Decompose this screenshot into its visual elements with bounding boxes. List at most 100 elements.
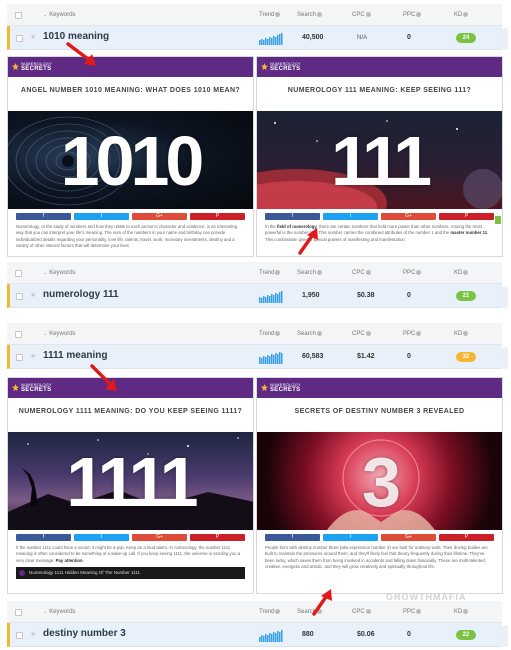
help-icon xyxy=(365,609,371,614)
keyword-table-header: ⌄ Keywords Trend Search CPC PPC KD xyxy=(7,262,502,284)
google-plus-share-button[interactable]: G+ xyxy=(132,534,187,541)
column-keywords[interactable]: ⌄ Keywords xyxy=(43,12,76,18)
star-icon[interactable]: ★ xyxy=(30,630,36,638)
select-all-checkbox[interactable] xyxy=(15,609,22,616)
search-volume: 60,583 xyxy=(302,353,324,360)
column-ppc[interactable]: PPC xyxy=(403,609,422,615)
help-icon xyxy=(317,12,323,17)
facebook-share-button[interactable]: f xyxy=(265,534,320,541)
ppc-value: 0 xyxy=(407,292,411,299)
column-cpc[interactable]: CPC xyxy=(352,331,371,337)
kd-badge: 24 xyxy=(456,33,476,43)
column-kd[interactable]: KD xyxy=(454,609,469,615)
select-all-checkbox[interactable] xyxy=(15,270,22,277)
article-title[interactable]: NUMEROLOGY 1111 MEANING: DO YOU KEEP SEE… xyxy=(8,398,253,432)
select-all-checkbox[interactable] xyxy=(15,331,22,338)
video-title[interactable]: Numerology 1111 Hidden Meaning Of The Nu… xyxy=(29,570,140,575)
logo-star-icon xyxy=(12,384,19,391)
column-keywords[interactable]: ⌄ Keywords xyxy=(43,270,76,276)
row-checkbox[interactable] xyxy=(16,632,23,639)
column-keywords[interactable]: ⌄ Keywords xyxy=(43,609,76,615)
facebook-share-button[interactable]: f xyxy=(16,534,71,541)
column-keywords[interactable]: ⌄ Keywords xyxy=(43,331,76,337)
google-plus-share-button[interactable]: G+ xyxy=(381,534,436,541)
scrollbar[interactable] xyxy=(502,286,508,308)
column-ppc[interactable]: PPC xyxy=(403,270,422,276)
keyword-row[interactable]: ★ 1111 meaning 60,583 $1.42 0 32 xyxy=(7,345,502,369)
column-cpc[interactable]: CPC xyxy=(352,270,371,276)
numerology-secrets-logo[interactable]: NUMEROLOGY SECRETS xyxy=(261,382,301,394)
scrollbar[interactable] xyxy=(502,347,508,369)
hero-number: 3 xyxy=(362,443,401,521)
pinterest-share-button[interactable]: P xyxy=(190,213,245,220)
keyword-text[interactable]: 1111 meaning xyxy=(43,350,108,361)
numerology-secrets-logo[interactable]: NUMEROLOGY SECRETS xyxy=(261,61,301,73)
keyword-row[interactable]: ★ numerology 111 1,950 $0.38 0 21 xyxy=(7,284,502,308)
keyword-text[interactable]: destiny number 3 xyxy=(43,628,126,639)
search-volume: 880 xyxy=(302,631,314,638)
numerology-secrets-logo[interactable]: NUMEROLOGY SECRETS xyxy=(12,382,52,394)
column-kd[interactable]: KD xyxy=(454,12,469,18)
column-search[interactable]: Search xyxy=(297,331,323,337)
facebook-share-button[interactable]: f xyxy=(16,213,71,220)
article-title[interactable]: ANGEL NUMBER 1010 MEANING: WHAT DOES 101… xyxy=(8,77,253,111)
twitter-share-button[interactable]: t xyxy=(323,534,378,541)
column-ppc[interactable]: PPC xyxy=(403,12,422,18)
keyword-table-header: ⌄ Keywords Trend Search CPC PPC KD xyxy=(7,4,502,26)
share-buttons: f t G+ P xyxy=(8,530,253,541)
row-checkbox[interactable] xyxy=(16,35,23,42)
article-excerpt: People born with destiny number three (a… xyxy=(265,545,488,570)
column-trend[interactable]: Trend xyxy=(259,12,281,18)
column-kd[interactable]: KD xyxy=(454,270,469,276)
highlighted-text: master number 11 xyxy=(450,230,488,236)
chevron-down-icon: ⌄ xyxy=(43,331,48,337)
article-card-destiny-3[interactable]: NUMEROLOGY SECRETS SECRETS OF DESTINY NU… xyxy=(256,377,503,594)
article-title[interactable]: SECRETS OF DESTINY NUMBER 3 REVEALED xyxy=(257,398,502,432)
article-card-1010[interactable]: NUMEROLOGY SECRETS ANGEL NUMBER 1010 MEA… xyxy=(7,56,254,257)
article-title[interactable]: NUMEROLOGY 111 MEANING: KEEP SEEING 111? xyxy=(257,77,502,111)
column-cpc[interactable]: CPC xyxy=(352,12,371,18)
select-all-checkbox[interactable] xyxy=(15,12,22,19)
twitter-share-button[interactable]: t xyxy=(323,213,378,220)
column-search[interactable]: Search xyxy=(297,12,323,18)
column-trend[interactable]: Trend xyxy=(259,609,281,615)
column-search[interactable]: Search xyxy=(297,270,323,276)
pinterest-icon: P xyxy=(215,534,220,540)
article-card-1111[interactable]: NUMEROLOGY SECRETS NUMEROLOGY 1111 MEANI… xyxy=(7,377,254,594)
pinterest-share-button[interactable]: P xyxy=(190,534,245,541)
column-kd[interactable]: KD xyxy=(454,331,469,337)
facebook-icon: f xyxy=(42,534,45,540)
embedded-video[interactable]: Numerology 1111 Hidden Meaning Of The Nu… xyxy=(16,567,245,580)
twitter-share-button[interactable]: t xyxy=(74,534,129,541)
star-icon[interactable]: ★ xyxy=(30,291,36,299)
keyword-text[interactable]: numerology 111 xyxy=(43,289,119,300)
trend-sparkline xyxy=(259,630,283,642)
numerology-secrets-logo[interactable]: NUMEROLOGY SECRETS xyxy=(12,61,52,73)
google-plus-icon: G+ xyxy=(156,213,163,219)
google-plus-share-button[interactable]: G+ xyxy=(381,213,436,220)
red-arrow-annotation xyxy=(90,364,117,391)
star-icon[interactable]: ★ xyxy=(30,352,36,360)
pinterest-share-button[interactable]: P xyxy=(439,534,494,541)
keyword-table-header: ⌄ Keywords Trend Search CPC PPC KD xyxy=(7,601,502,623)
red-arrow-annotation xyxy=(298,228,318,255)
scrollbar[interactable] xyxy=(502,28,508,50)
google-plus-share-button[interactable]: G+ xyxy=(132,213,187,220)
column-trend[interactable]: Trend xyxy=(259,331,281,337)
star-icon[interactable]: ★ xyxy=(30,33,36,41)
pinterest-share-button[interactable]: P xyxy=(439,213,494,220)
pinterest-icon: P xyxy=(464,213,469,219)
row-checkbox[interactable] xyxy=(16,293,23,300)
column-trend[interactable]: Trend xyxy=(259,270,281,276)
keyword-row[interactable]: ★ destiny number 3 880 $0.06 0 22 xyxy=(7,623,502,647)
red-arrow-annotation xyxy=(66,42,96,66)
scrollbar[interactable] xyxy=(502,625,508,647)
column-cpc[interactable]: CPC xyxy=(352,609,371,615)
row-checkbox[interactable] xyxy=(16,354,23,361)
facebook-share-button[interactable]: f xyxy=(265,213,320,220)
help-icon xyxy=(416,12,422,17)
column-ppc[interactable]: PPC xyxy=(403,331,422,337)
kd-badge: 22 xyxy=(456,630,476,640)
twitter-share-button[interactable]: t xyxy=(74,213,129,220)
help-icon xyxy=(416,609,422,614)
